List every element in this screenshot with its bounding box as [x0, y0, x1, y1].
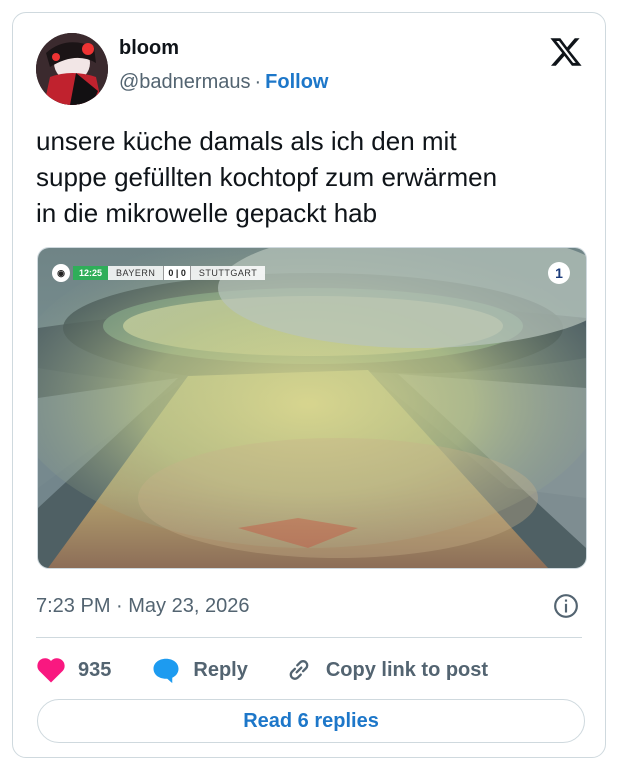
link-icon: [289, 660, 309, 680]
x-logo-icon[interactable]: [549, 35, 583, 69]
timestamp[interactable]: 7:23 PM · May 23, 2026: [36, 595, 249, 618]
action-bar: 935 Reply Copy link to post: [36, 653, 488, 687]
divider: [36, 637, 582, 638]
tweet-card: bloom @badnermaus · Follow unsere küche da…: [12, 12, 606, 758]
tweet-media[interactable]: ◉ 12:25 BAYERN 0 | 0 STUTTGART 1: [37, 247, 587, 569]
display-name[interactable]: bloom: [119, 37, 179, 60]
away-team: STUTTGART: [190, 266, 266, 280]
match-time: 12:25: [73, 266, 109, 280]
speech-bubble-icon: [153, 658, 179, 684]
like-button[interactable]: 935: [36, 656, 111, 684]
reply-button[interactable]: Reply: [151, 656, 248, 684]
read-replies-button[interactable]: Read 6 replies: [37, 699, 585, 743]
handle-row: @badnermaus · Follow: [119, 71, 328, 94]
info-icon[interactable]: [553, 593, 579, 619]
tweet-text: unsere küche damals als ich den mit supp…: [36, 126, 498, 228]
match-score: 0 | 0: [163, 266, 191, 280]
handle[interactable]: @badnermaus: [119, 71, 250, 93]
copy-link-label: Copy link to post: [325, 658, 489, 681]
reply-label: Reply: [193, 658, 248, 681]
separator: ·: [254, 71, 262, 93]
heart-icon: [37, 658, 65, 683]
avatar[interactable]: [36, 33, 108, 105]
scorebug: ◉ 12:25 BAYERN 0 | 0 STUTTGART: [52, 264, 266, 282]
channel-logo-icon: 1: [548, 262, 570, 284]
avatar-image: [36, 33, 108, 105]
follow-link[interactable]: Follow: [265, 71, 328, 93]
home-team: BAYERN: [108, 266, 164, 280]
copy-link-button[interactable]: Copy link to post: [284, 656, 488, 684]
broadcaster-logo-icon: ◉: [52, 264, 70, 282]
like-count: 935: [78, 658, 112, 681]
stadium-smoke-image: [38, 248, 586, 568]
